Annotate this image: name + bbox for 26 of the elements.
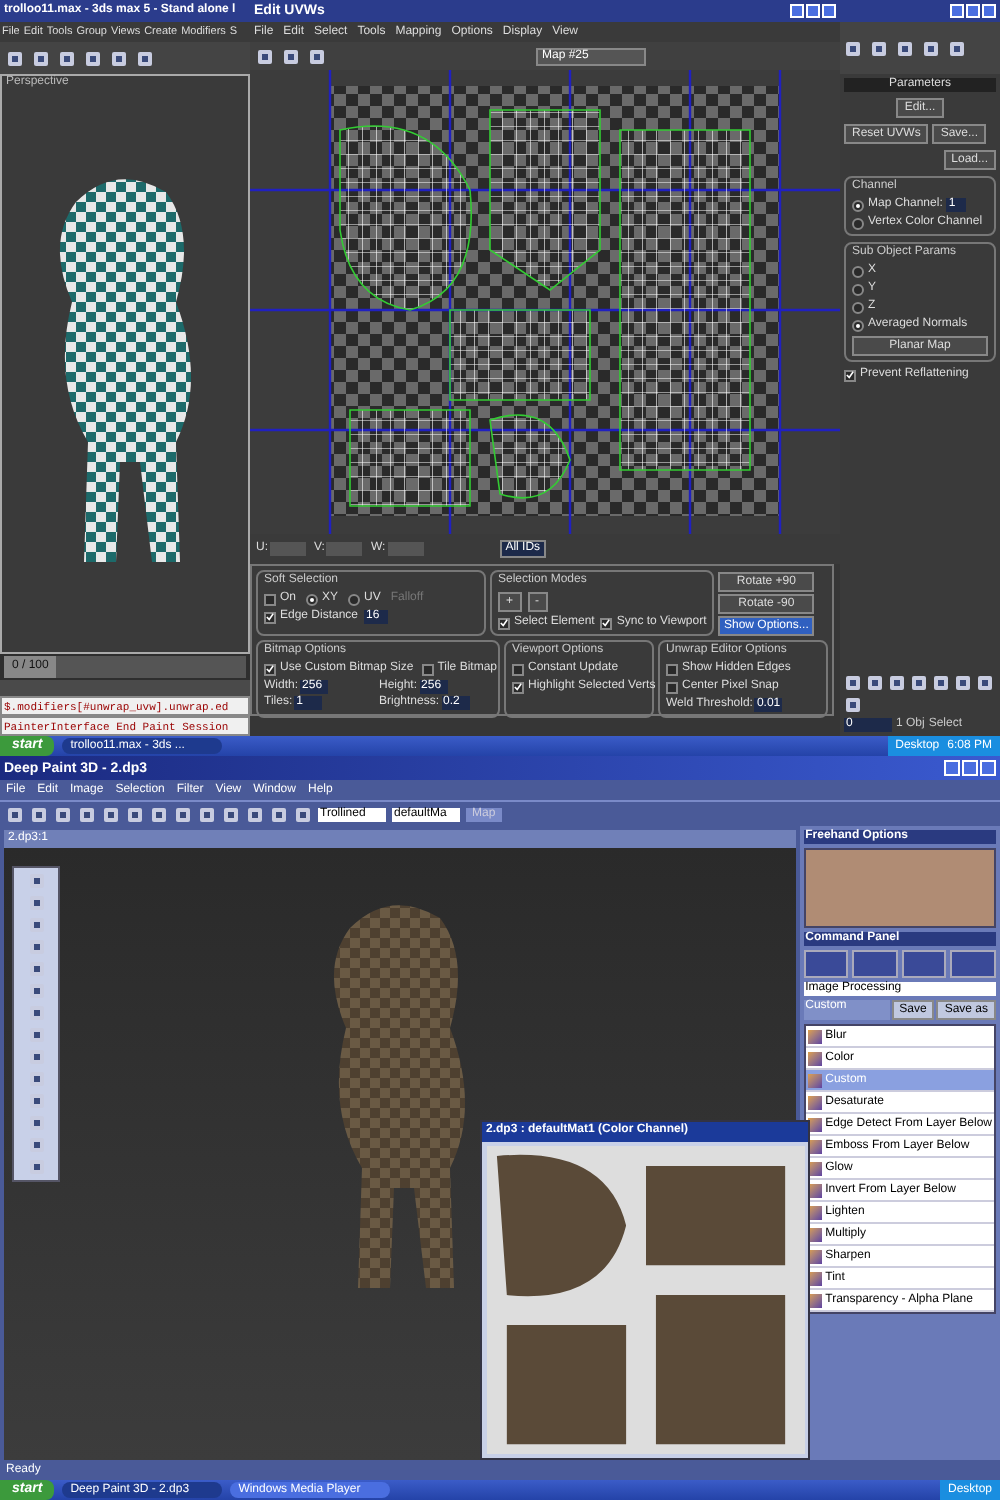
checkbox[interactable] bbox=[264, 611, 276, 623]
panel-tab-icon[interactable] bbox=[950, 950, 996, 978]
checkbox[interactable] bbox=[264, 663, 276, 675]
radio-button[interactable] bbox=[348, 593, 361, 605]
checkbox[interactable] bbox=[844, 369, 856, 381]
checkbox[interactable] bbox=[666, 663, 678, 675]
radio-button[interactable] bbox=[852, 283, 864, 295]
panel-tab-icon[interactable] bbox=[901, 950, 947, 978]
checkbox[interactable] bbox=[600, 617, 613, 629]
checkbox[interactable] bbox=[666, 681, 678, 693]
checkbox[interactable] bbox=[421, 663, 434, 675]
coordinate-field[interactable] bbox=[326, 542, 363, 556]
radio-button[interactable] bbox=[852, 319, 864, 331]
radio-button[interactable] bbox=[852, 265, 864, 277]
checkbox[interactable] bbox=[512, 663, 524, 675]
checkbox[interactable] bbox=[498, 617, 510, 629]
radio-button[interactable] bbox=[852, 217, 864, 229]
checkbox[interactable] bbox=[264, 593, 276, 605]
checkbox[interactable] bbox=[512, 681, 524, 693]
coordinate-field[interactable] bbox=[270, 542, 306, 556]
radio-button[interactable] bbox=[852, 301, 864, 313]
radio-button[interactable] bbox=[852, 199, 864, 211]
panel-tab-icon[interactable] bbox=[803, 950, 849, 978]
radio-button[interactable] bbox=[306, 593, 319, 605]
panel-tab-icon[interactable] bbox=[852, 950, 898, 978]
coordinate-field[interactable] bbox=[387, 542, 424, 556]
